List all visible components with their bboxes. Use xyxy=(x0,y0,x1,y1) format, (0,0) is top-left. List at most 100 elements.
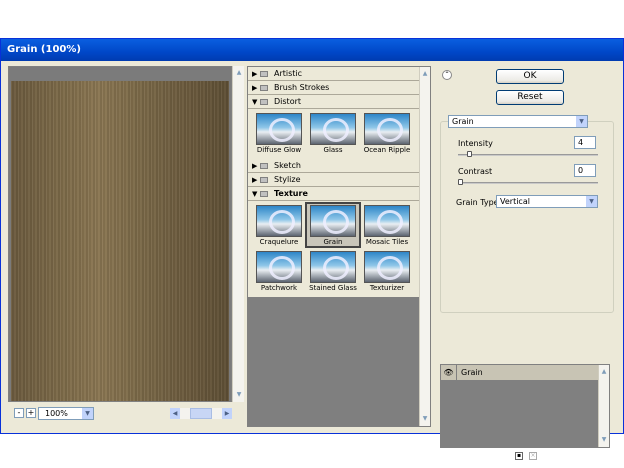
filter-thumbnails: Diffuse Glow Glass Ocean Ripple xyxy=(248,109,419,159)
triangle-right-icon[interactable]: ▶ xyxy=(252,159,257,173)
chevron-down-icon: ▼ xyxy=(576,116,587,127)
filter-select[interactable]: Grain ▼ xyxy=(448,115,588,128)
filter-label: Mosaic Tiles xyxy=(365,238,409,246)
triangle-right-icon[interactable]: ▶ xyxy=(252,81,257,95)
filter-thumb-texturizer[interactable]: Texturizer xyxy=(360,249,414,293)
scroll-right-icon[interactable]: ▶ xyxy=(222,408,232,419)
scroll-up-icon[interactable]: ▲ xyxy=(420,69,430,79)
intensity-input[interactable]: 4 xyxy=(574,136,596,149)
settings-panel: ⌃ OK Reset Grain ▼ Intensity 4 Contrast … xyxy=(434,66,624,460)
triangle-down-icon[interactable]: ▼ xyxy=(252,95,257,109)
filter-preview-image xyxy=(364,205,410,237)
filter-label: Texturizer xyxy=(369,284,405,292)
contrast-input[interactable]: 0 xyxy=(574,164,596,177)
filter-preview-image xyxy=(364,251,410,283)
filter-label: Diffuse Glow xyxy=(256,146,302,154)
reset-button[interactable]: Reset xyxy=(496,90,564,105)
folder-stylize[interactable]: ▶ Stylize xyxy=(248,173,419,187)
contrast-slider[interactable] xyxy=(458,179,598,185)
scroll-down-icon[interactable]: ▼ xyxy=(420,414,430,424)
contrast-label: Contrast xyxy=(458,167,493,176)
filter-thumbnails: Craquelure Grain Mosaic Tiles Patchwork Stai… xyxy=(248,201,419,297)
zoom-bar: - + 100% ▼ ◀ ▶ xyxy=(8,406,244,422)
preview-area[interactable] xyxy=(8,66,232,402)
intensity-slider-handle[interactable] xyxy=(466,151,472,157)
filter-label: Patchwork xyxy=(260,284,298,292)
filter-label: Grain xyxy=(323,238,343,246)
folder-icon xyxy=(260,71,268,77)
zoom-in-button[interactable]: + xyxy=(26,408,36,418)
effect-layer-label: Grain xyxy=(461,368,483,377)
double-chevron-up-icon[interactable]: ⌃ xyxy=(442,70,452,80)
zoom-out-button[interactable]: - xyxy=(14,408,24,418)
filter-select-value: Grain xyxy=(452,117,474,126)
filter-thumb-ocean-ripple[interactable]: Ocean Ripple xyxy=(360,111,414,155)
folder-texture[interactable]: ▼ Texture xyxy=(248,187,419,201)
chevron-down-icon: ▼ xyxy=(586,196,597,207)
folder-label: Artistic xyxy=(274,69,303,78)
filter-thumb-craquelure[interactable]: Craquelure xyxy=(252,203,306,247)
grain-type-label: Grain Type: xyxy=(456,198,502,207)
folder-label: Stylize xyxy=(274,175,301,184)
filter-label: Stained Glass xyxy=(309,284,357,292)
filter-tree: ▶ Artistic ▶ Brush Strokes ▼ Distort Diffuse G… xyxy=(247,66,431,427)
preview-vertical-scrollbar[interactable]: ▲ ▼ xyxy=(232,66,244,402)
folder-label: Brush Strokes xyxy=(274,83,330,92)
triangle-right-icon[interactable]: ▶ xyxy=(252,173,257,187)
filter-thumb-patchwork[interactable]: Patchwork xyxy=(252,249,306,293)
triangle-down-icon[interactable]: ▼ xyxy=(252,187,257,201)
folder-icon xyxy=(260,85,268,91)
folder-distort[interactable]: ▼ Distort xyxy=(248,95,419,109)
folder-icon xyxy=(260,177,268,183)
filter-thumb-stained-glass[interactable]: Stained Glass xyxy=(306,249,360,293)
intensity-slider[interactable] xyxy=(458,151,598,157)
filter-thumb-mosaic-tiles[interactable]: Mosaic Tiles xyxy=(360,203,414,247)
filter-thumb-grain[interactable]: Grain xyxy=(305,202,361,248)
contrast-slider-handle[interactable] xyxy=(458,179,463,185)
intensity-label: Intensity xyxy=(458,139,493,148)
scroll-left-icon[interactable]: ◀ xyxy=(170,408,180,419)
ok-button[interactable]: OK xyxy=(496,69,564,84)
folder-brush-strokes[interactable]: ▶ Brush Strokes xyxy=(248,81,419,95)
preview-image[interactable] xyxy=(11,81,229,401)
scroll-thumb[interactable] xyxy=(190,408,212,419)
filter-preview-image xyxy=(310,113,356,145)
folder-sketch[interactable]: ▶ Sketch xyxy=(248,159,419,173)
effect-layer-row[interactable]: 👁 Grain xyxy=(441,365,599,381)
preview-pane: ▲ ▼ - + 100% ▼ ◀ ▶ xyxy=(8,66,244,427)
filter-preview-image xyxy=(256,113,302,145)
trash-icon[interactable]: × xyxy=(529,452,537,460)
folder-artistic[interactable]: ▶ Artistic xyxy=(248,67,419,81)
preview-horizontal-scrollbar[interactable]: ◀ ▶ xyxy=(170,408,232,419)
filter-preview-image xyxy=(310,205,356,237)
grain-type-value: Vertical xyxy=(500,197,530,206)
folder-label: Distort xyxy=(274,97,302,106)
zoom-value: 100% xyxy=(45,409,68,418)
filter-label: Glass xyxy=(323,146,343,154)
filter-label: Craquelure xyxy=(259,238,299,246)
layers-scrollbar[interactable]: ▲ ▼ xyxy=(598,365,609,447)
scroll-down-icon[interactable]: ▼ xyxy=(599,435,609,445)
new-effect-layer-icon[interactable]: ▪ xyxy=(515,452,523,460)
folder-icon xyxy=(260,99,268,105)
scroll-up-icon[interactable]: ▲ xyxy=(234,68,244,78)
filter-preview-image xyxy=(364,113,410,145)
zoom-select[interactable]: 100% ▼ xyxy=(38,407,94,420)
folder-icon xyxy=(260,163,268,169)
filter-preview-image xyxy=(310,251,356,283)
filter-preview-image xyxy=(256,205,302,237)
filter-preview-image xyxy=(256,251,302,283)
filter-options-group xyxy=(440,121,614,313)
grain-type-select[interactable]: Vertical ▼ xyxy=(496,195,598,208)
effect-layers-panel: 👁 Grain ▲ ▼ xyxy=(440,364,610,448)
eye-icon[interactable]: 👁 xyxy=(441,365,457,381)
folder-icon xyxy=(260,191,268,197)
filter-thumb-diffuse-glow[interactable]: Diffuse Glow xyxy=(252,111,306,155)
triangle-right-icon[interactable]: ▶ xyxy=(252,67,257,81)
folder-label: Texture xyxy=(274,189,308,198)
scroll-down-icon[interactable]: ▼ xyxy=(234,390,244,400)
tree-scrollbar[interactable]: ▲ ▼ xyxy=(419,67,430,426)
filter-thumb-glass[interactable]: Glass xyxy=(306,111,360,155)
scroll-up-icon[interactable]: ▲ xyxy=(599,367,609,377)
window-title: Grain (100%) xyxy=(1,39,623,61)
